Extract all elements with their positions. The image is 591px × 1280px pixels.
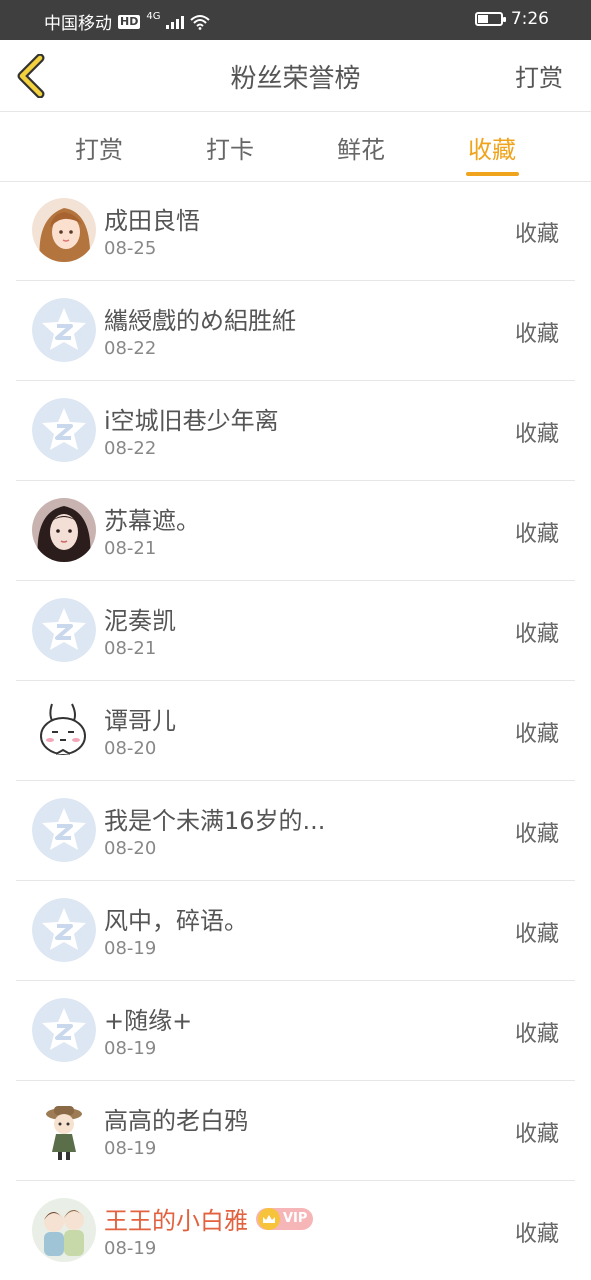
action-label: 收藏 (514, 1222, 559, 1247)
avatar[interactable] (32, 298, 96, 362)
default-star-icon (32, 398, 96, 462)
hd-icon: HD (118, 14, 141, 29)
default-star-icon (32, 898, 96, 962)
avatar[interactable] (32, 1098, 96, 1162)
network-type-label: 4G (146, 11, 161, 22)
date-label: 08-22 (104, 338, 157, 359)
status-bar-left: 中国移动 HD 4G (44, 9, 211, 34)
user-name: 谭哥儿 (104, 707, 176, 735)
crown-icon (258, 1207, 280, 1230)
action-label: 收藏 (514, 222, 559, 247)
vip-badge: VIP (256, 1207, 314, 1230)
action-label: 收藏 (514, 1022, 559, 1047)
date-label: 08-19 (104, 1038, 157, 1059)
list-item[interactable]: i空城旧巷少年离 08-22 收藏 (16, 381, 575, 481)
carrier-label: 中国移动 (44, 14, 112, 34)
action-label: 收藏 (514, 722, 559, 747)
battery-icon (474, 12, 506, 26)
date-label: 08-21 (104, 538, 157, 559)
avatar[interactable] (32, 898, 96, 962)
default-star-icon (32, 798, 96, 862)
wifi-icon (190, 14, 211, 30)
avatar[interactable] (32, 398, 96, 462)
default-star-icon (32, 998, 96, 1062)
navigation-bar: 粉丝荣誉榜 打赏 (0, 40, 591, 112)
user-name: 纗綬戲的め絽胜絍 (104, 307, 296, 335)
rabbit-icon (32, 698, 96, 762)
list-item[interactable]: +随缘+ 08-19 收藏 (16, 981, 575, 1081)
user-name: 风中，碎语。 (104, 907, 248, 935)
date-label: 08-20 (104, 738, 157, 759)
user-name: 成田良悟 (104, 207, 200, 235)
user-name: 我是个未满16岁的... (104, 807, 326, 835)
vip-label: VIP (283, 1211, 308, 1226)
list-item[interactable]: 我是个未满16岁的... 08-20 收藏 (16, 781, 575, 881)
action-label: 收藏 (514, 522, 559, 547)
cartoon-avatar-icon (32, 1098, 96, 1162)
active-tab-indicator (466, 172, 519, 176)
tab-flowers[interactable]: 鲜花 (321, 130, 401, 165)
list-item[interactable]: 高高的老白鸦 08-19 收藏 (16, 1081, 575, 1181)
date-label: 08-21 (104, 638, 157, 659)
tab-checkin[interactable]: 打卡 (190, 130, 270, 165)
user-name: 王王的小白雅 (104, 1207, 248, 1235)
action-label: 收藏 (514, 422, 559, 447)
avatar[interactable] (32, 998, 96, 1062)
action-label: 收藏 (514, 922, 559, 947)
default-star-icon (32, 598, 96, 662)
action-label: 收藏 (514, 1122, 559, 1147)
avatar[interactable] (32, 798, 96, 862)
list-item[interactable]: 成田良悟 08-25 收藏 (16, 181, 575, 281)
page-title: 粉丝荣誉榜 (230, 64, 361, 94)
list-item[interactable]: 谭哥儿 08-20 收藏 (16, 681, 575, 781)
date-label: 08-20 (104, 838, 157, 859)
date-label: 08-19 (104, 1138, 157, 1159)
avatar[interactable] (32, 598, 96, 662)
status-bar: 中国移动 HD 4G 7:26 (0, 0, 591, 40)
user-name: 苏幕遮。 (104, 507, 200, 535)
user-name: 泥奏凯 (104, 607, 176, 635)
avatar[interactable] (32, 698, 96, 762)
tab-reward[interactable]: 打赏 (59, 130, 139, 165)
list-item[interactable]: 纗綬戲的め絽胜絍 08-22 收藏 (16, 281, 575, 381)
action-label: 收藏 (514, 322, 559, 347)
signal-icon (166, 14, 185, 29)
user-name: +随缘+ (104, 1007, 193, 1035)
reward-button[interactable]: 打赏 (515, 58, 563, 93)
list-item[interactable]: 泥奏凯 08-21 收藏 (16, 581, 575, 681)
avatar[interactable] (32, 1198, 96, 1262)
tab-favorites[interactable]: 收藏 (452, 130, 532, 165)
list-item[interactable]: 苏幕遮。 08-21 收藏 (16, 481, 575, 581)
avatar[interactable] (32, 498, 96, 562)
action-label: 收藏 (514, 622, 559, 647)
user-name: 高高的老白鸦 (104, 1107, 248, 1135)
user-name: i空城旧巷少年离 (104, 407, 279, 435)
fan-list: 成田良悟 08-25 收藏 纗綬戲的め絽胜絍 08-22 收藏 i空城旧巷少年离… (0, 181, 591, 1280)
date-label: 08-22 (104, 438, 157, 459)
user-name-vip: 王王的小白雅 VIP (104, 1201, 314, 1236)
default-star-icon (32, 298, 96, 362)
action-label: 收藏 (514, 822, 559, 847)
date-label: 08-19 (104, 1238, 157, 1259)
list-item[interactable]: 王王的小白雅 VIP 08-19 收藏 (16, 1181, 575, 1280)
list-item[interactable]: 风中，碎语。 08-19 收藏 (16, 881, 575, 981)
status-bar-right: 7:26 (474, 9, 549, 29)
clock: 7:26 (510, 9, 549, 29)
avatar[interactable] (32, 198, 96, 262)
date-label: 08-25 (104, 238, 157, 259)
date-label: 08-19 (104, 938, 157, 959)
